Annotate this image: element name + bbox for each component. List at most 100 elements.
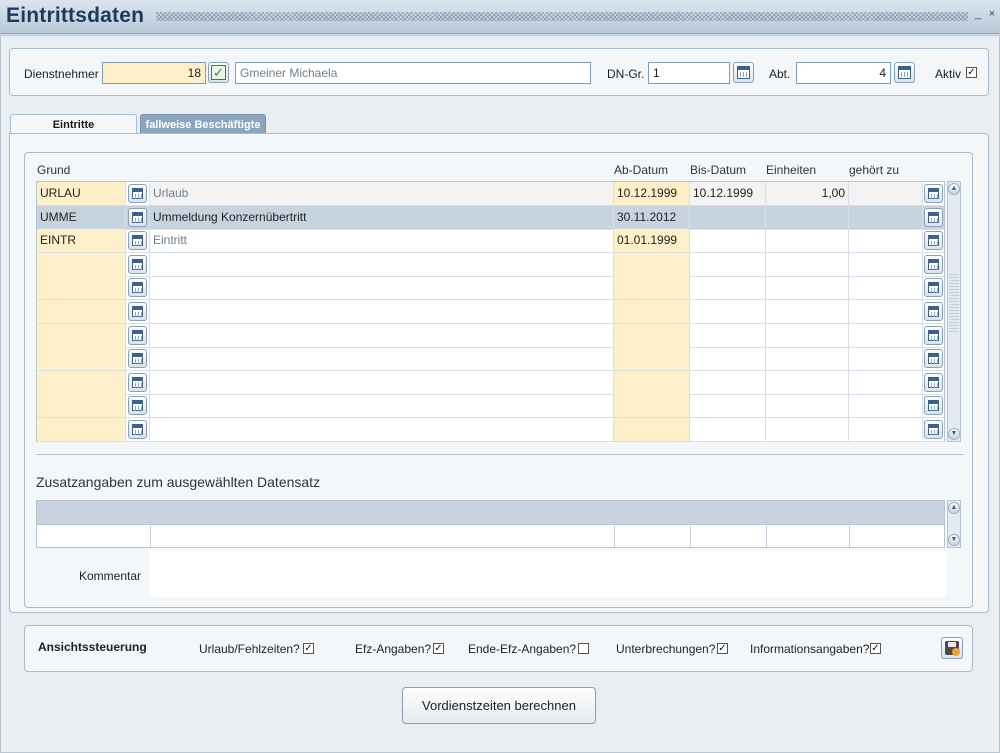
confirm-button[interactable]: ✓ (208, 62, 229, 83)
description-cell[interactable] (150, 252, 614, 276)
grund-lookup-button[interactable] (128, 302, 147, 321)
row-lookup-button[interactable] (924, 396, 943, 416)
zusatz-scrollbar[interactable]: ▲ ▼ (947, 500, 961, 548)
description-cell[interactable]: Eintritt (150, 229, 614, 253)
abt-field[interactable]: 4 (796, 62, 891, 84)
description-cell[interactable] (150, 370, 614, 394)
opt-urlaub-checkbox[interactable]: ✓ (303, 643, 314, 654)
description-cell[interactable] (150, 394, 614, 418)
ab-datum-cell[interactable] (614, 347, 690, 371)
gehoert-zu-cell[interactable] (849, 205, 923, 229)
grund-lookup-button[interactable] (128, 396, 147, 416)
dn-gr-lookup-button[interactable] (733, 62, 754, 83)
table-row[interactable]: URLAU Urlaub 10.12.1999 10.12.1999 1,00 (37, 182, 944, 206)
bis-datum-cell[interactable] (690, 323, 766, 347)
description-cell[interactable]: Urlaub (150, 182, 614, 205)
dienstnehmer-field[interactable]: 18 (102, 62, 206, 84)
opt-informationsangaben-checkbox[interactable]: ✓ (870, 643, 881, 654)
einheiten-cell[interactable] (766, 229, 849, 253)
tab-fallweise-beschaeftigte[interactable]: fallweise Beschäftigte (140, 114, 266, 134)
kommentar-field[interactable] (149, 551, 946, 597)
table-row[interactable] (37, 394, 944, 419)
einheiten-cell[interactable] (766, 418, 849, 441)
ab-datum-cell[interactable] (614, 300, 690, 323)
bis-datum-cell[interactable] (690, 347, 766, 371)
description-cell[interactable]: Ummeldung Konzernübertritt (150, 205, 614, 229)
description-cell[interactable] (150, 418, 614, 441)
grund-cell[interactable] (37, 300, 126, 323)
save-view-button[interactable] (941, 637, 963, 659)
einheiten-cell[interactable] (766, 394, 849, 418)
row-lookup-button[interactable] (924, 372, 943, 392)
bis-datum-cell[interactable]: 10.12.1999 (690, 182, 766, 205)
ab-datum-cell[interactable] (614, 276, 690, 300)
grid-scrollbar[interactable]: ▲ ▼ (947, 181, 961, 442)
row-lookup-button[interactable] (924, 231, 943, 251)
grund-lookup-button[interactable] (128, 325, 147, 345)
scroll-up-icon[interactable]: ▲ (948, 502, 960, 514)
row-lookup-button[interactable] (924, 254, 943, 274)
gehoert-zu-cell[interactable] (849, 418, 923, 441)
table-row[interactable]: EINTR Eintritt 01.01.1999 (37, 229, 944, 254)
gehoert-zu-cell[interactable] (849, 252, 923, 276)
grund-cell[interactable]: UMME (37, 205, 126, 229)
bis-datum-cell[interactable] (690, 229, 766, 253)
grund-cell[interactable] (37, 394, 126, 418)
abt-lookup-button[interactable] (894, 62, 915, 83)
einheiten-cell[interactable] (766, 276, 849, 300)
table-row[interactable] (37, 370, 944, 395)
einheiten-cell[interactable] (766, 370, 849, 394)
ab-datum-cell[interactable] (614, 370, 690, 394)
gehoert-zu-cell[interactable] (849, 182, 923, 205)
bis-datum-cell[interactable] (690, 370, 766, 394)
gehoert-zu-cell[interactable] (849, 276, 923, 300)
bis-datum-cell[interactable] (690, 205, 766, 229)
bis-datum-cell[interactable] (690, 252, 766, 276)
gehoert-zu-cell[interactable] (849, 229, 923, 253)
ab-datum-cell[interactable] (614, 323, 690, 347)
einheiten-cell[interactable]: 1,00 (766, 182, 849, 205)
table-row[interactable] (37, 276, 944, 301)
row-lookup-button[interactable] (924, 207, 943, 227)
grund-lookup-button[interactable] (128, 349, 147, 369)
description-cell[interactable] (150, 347, 614, 371)
gehoert-zu-cell[interactable] (849, 370, 923, 394)
table-row[interactable] (37, 300, 944, 324)
dn-gr-field[interactable]: 1 (648, 62, 730, 84)
grund-cell[interactable] (37, 418, 126, 441)
grund-lookup-button[interactable] (128, 420, 147, 439)
scroll-thumb[interactable] (949, 272, 959, 332)
table-row[interactable] (37, 418, 944, 442)
bis-datum-cell[interactable] (690, 394, 766, 418)
aktiv-checkbox[interactable]: ✓ (966, 67, 977, 78)
einheiten-cell[interactable] (766, 205, 849, 229)
row-lookup-button[interactable] (924, 302, 943, 321)
grund-cell[interactable] (37, 347, 126, 371)
opt-ende-efz-checkbox[interactable] (578, 643, 589, 654)
opt-unterbrechungen-checkbox[interactable]: ✓ (717, 643, 728, 654)
grund-cell[interactable] (37, 370, 126, 394)
einheiten-cell[interactable] (766, 347, 849, 371)
grund-cell[interactable] (37, 276, 126, 300)
ab-datum-cell[interactable] (614, 418, 690, 441)
grund-cell[interactable]: URLAU (37, 182, 126, 205)
grund-lookup-button[interactable] (128, 278, 147, 298)
name-field[interactable]: Gmeiner Michaela (235, 62, 591, 84)
bis-datum-cell[interactable] (690, 276, 766, 300)
scroll-down-icon[interactable]: ▼ (948, 428, 960, 440)
gehoert-zu-cell[interactable] (849, 394, 923, 418)
einheiten-cell[interactable] (766, 323, 849, 347)
scroll-down-icon[interactable]: ▼ (948, 534, 960, 546)
grund-cell[interactable] (37, 323, 126, 347)
einheiten-cell[interactable] (766, 252, 849, 276)
grund-cell[interactable]: EINTR (37, 229, 126, 253)
ab-datum-cell[interactable] (614, 252, 690, 276)
table-row[interactable] (37, 323, 944, 348)
table-row[interactable]: UMME Ummeldung Konzernübertritt 30.11.2012 (37, 205, 944, 230)
table-row[interactable] (37, 347, 944, 372)
table-row[interactable] (37, 252, 944, 277)
calc-vordienstzeiten-button[interactable]: Vordienstzeiten berechnen (402, 687, 596, 724)
grund-lookup-button[interactable] (128, 231, 147, 251)
gehoert-zu-cell[interactable] (849, 323, 923, 347)
description-cell[interactable] (150, 276, 614, 300)
